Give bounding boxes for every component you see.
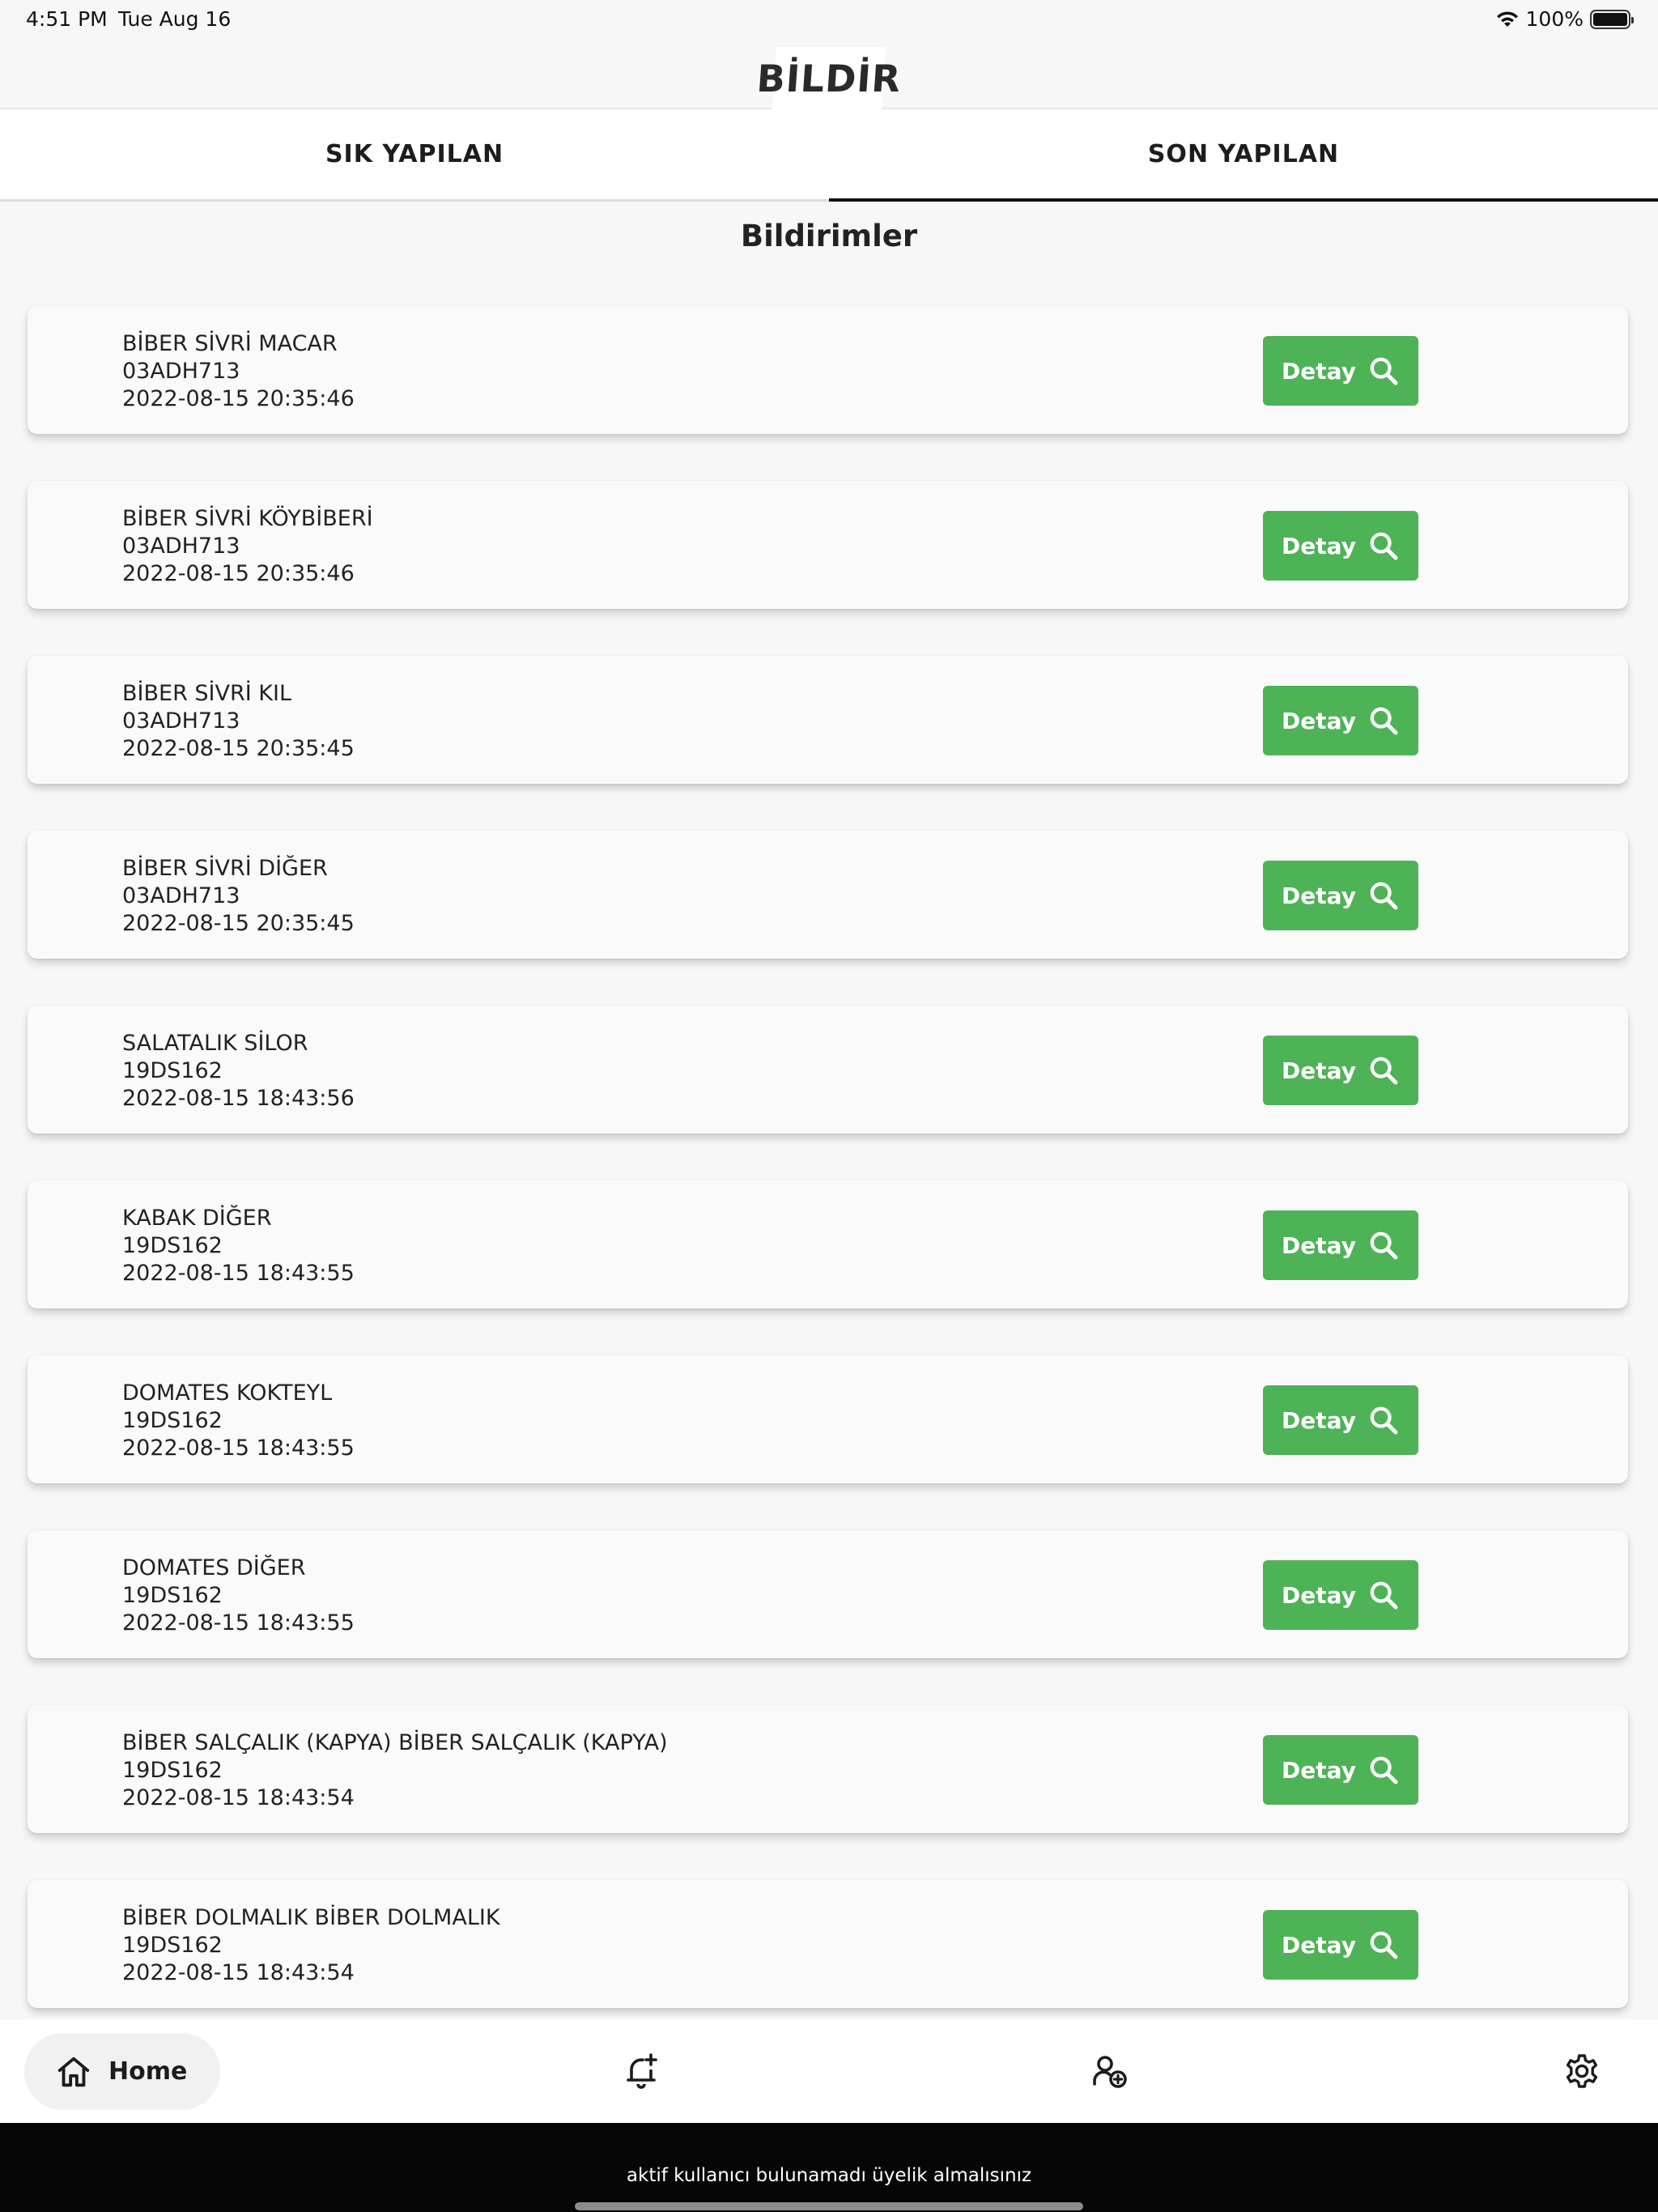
item-code: 19DS162 — [122, 1233, 223, 1258]
tab-sik-yapilan[interactable]: SIK YAPILAN — [0, 109, 829, 199]
item-code: 03ADH713 — [122, 708, 240, 734]
detay-button[interactable]: Detay — [1263, 1735, 1418, 1805]
search-icon — [1370, 532, 1398, 560]
item-date: 2022-08-15 20:35:46 — [122, 561, 355, 586]
detay-label: Detay — [1282, 1231, 1356, 1259]
item-name: BİBER SİVRİ MACAR — [122, 331, 338, 356]
item-name: SALATALIK SİLOR — [122, 1031, 308, 1056]
item-name: BİBER SALÇALIK (KAPYA) BİBER SALÇALIK (K… — [122, 1730, 668, 1755]
nav-home-label: Home — [108, 2057, 188, 2086]
item-name: BİBER SİVRİ KÖYBİBERİ — [122, 506, 373, 531]
search-icon — [1370, 1581, 1398, 1610]
search-icon — [1370, 1931, 1398, 1959]
detay-label: Detay — [1282, 1931, 1356, 1959]
item-date: 2022-08-15 18:43:55 — [122, 1436, 355, 1461]
item-code: 19DS162 — [122, 1058, 223, 1083]
list-item: DOMATES KOKTEYL 19DS162 2022-08-15 18:43… — [28, 1355, 1628, 1483]
item-name: BİBER DOLMALIK BİBER DOLMALIK — [122, 1905, 500, 1930]
detay-label: Detay — [1282, 882, 1356, 909]
person-add-icon[interactable] — [1090, 2052, 1129, 2091]
detay-button[interactable]: Detay — [1263, 686, 1418, 755]
detay-label: Detay — [1282, 1756, 1356, 1784]
home-indicator[interactable] — [575, 2202, 1083, 2210]
item-date: 2022-08-15 18:43:54 — [122, 1960, 355, 1985]
notification-add-icon[interactable] — [622, 2052, 661, 2091]
list-item: BİBER SİVRİ KIL 03ADH713 2022-08-15 20:3… — [28, 656, 1628, 784]
list-item: BİBER DOLMALIK BİBER DOLMALIK 19DS162 20… — [28, 1880, 1628, 2008]
item-date: 2022-08-15 18:43:54 — [122, 1785, 355, 1810]
item-code: 03ADH713 — [122, 534, 240, 559]
detay-button[interactable]: Detay — [1263, 861, 1418, 930]
detay-label: Detay — [1282, 357, 1356, 385]
item-code: 19DS162 — [122, 1933, 223, 1958]
item-code: 19DS162 — [122, 1583, 223, 1608]
item-code: 19DS162 — [122, 1758, 223, 1783]
item-date: 2022-08-15 20:35:46 — [122, 386, 355, 411]
battery-icon — [1590, 9, 1634, 29]
detay-button[interactable]: Detay — [1263, 1385, 1418, 1455]
notification-list: BİBER SİVRİ MACAR 03ADH713 2022-08-15 20… — [28, 306, 1628, 2055]
snackbar-message: aktif kullanıcı bulunamadı üyelik almalı… — [626, 2165, 1032, 2186]
list-item: KABAK DİĞER 19DS162 2022-08-15 18:43:55 … — [28, 1180, 1628, 1308]
detay-label: Detay — [1282, 1581, 1356, 1609]
detay-button[interactable]: Detay — [1263, 1210, 1418, 1280]
item-date: 2022-08-15 20:35:45 — [122, 736, 355, 761]
nav-home-button[interactable]: Home — [24, 2033, 220, 2110]
item-date: 2022-08-15 18:43:55 — [122, 1610, 355, 1636]
detay-label: Detay — [1282, 532, 1356, 559]
app-header: BİLDİR — [0, 39, 1658, 109]
detay-label: Detay — [1282, 1057, 1356, 1084]
list-item: BİBER SİVRİ DİĞER 03ADH713 2022-08-15 20… — [28, 831, 1628, 959]
item-code: 19DS162 — [122, 1408, 223, 1433]
item-date: 2022-08-15 18:43:56 — [122, 1086, 355, 1111]
search-icon — [1370, 882, 1398, 910]
tab-son-yapilan[interactable]: SON YAPILAN — [829, 109, 1658, 202]
home-icon — [57, 2057, 90, 2087]
detay-button[interactable]: Detay — [1263, 1910, 1418, 1980]
page-title: Bildirimler — [740, 219, 918, 253]
item-date: 2022-08-15 18:43:55 — [122, 1261, 355, 1286]
search-icon — [1370, 707, 1398, 735]
status-indicators: 100% — [1495, 7, 1634, 31]
search-icon — [1370, 1756, 1398, 1784]
item-name: DOMATES KOKTEYL — [122, 1380, 333, 1406]
list-item: DOMATES DİĞER 19DS162 2022-08-15 18:43:5… — [28, 1530, 1628, 1658]
settings-icon[interactable] — [1562, 2052, 1601, 2091]
detay-button[interactable]: Detay — [1263, 511, 1418, 581]
search-icon — [1370, 357, 1398, 385]
list-item: BİBER SİVRİ MACAR 03ADH713 2022-08-15 20… — [28, 306, 1628, 434]
item-name: KABAK DİĞER — [122, 1206, 272, 1231]
item-name: BİBER SİVRİ KIL — [122, 681, 291, 706]
item-code: 03ADH713 — [122, 359, 240, 384]
tab-bar: SIK YAPILAN SON YAPILAN — [0, 109, 1658, 202]
list-item: BİBER SALÇALIK (KAPYA) BİBER SALÇALIK (K… — [28, 1705, 1628, 1833]
detay-button[interactable]: Detay — [1263, 336, 1418, 406]
detay-label: Detay — [1282, 707, 1356, 734]
item-date: 2022-08-15 20:35:45 — [122, 911, 355, 936]
app-logo: BİLDİR — [755, 47, 903, 109]
battery-percent: 100% — [1525, 7, 1584, 31]
detay-button[interactable]: Detay — [1263, 1036, 1418, 1105]
item-name: BİBER SİVRİ DİĞER — [122, 856, 328, 881]
search-icon — [1370, 1231, 1398, 1260]
bottom-nav: Home — [0, 2019, 1658, 2123]
detay-button[interactable]: Detay — [1263, 1560, 1418, 1630]
item-name: DOMATES DİĞER — [122, 1555, 306, 1580]
status-date: Tue Aug 16 — [118, 7, 232, 31]
status-bar: 4:51 PM Tue Aug 16 100% — [0, 0, 1658, 39]
search-icon — [1370, 1406, 1398, 1435]
list-item: SALATALIK SİLOR 19DS162 2022-08-15 18:43… — [28, 1006, 1628, 1134]
detay-label: Detay — [1282, 1406, 1356, 1434]
snackbar: aktif kullanıcı bulunamadı üyelik almalı… — [0, 2123, 1658, 2212]
wifi-icon — [1496, 11, 1518, 27]
status-time: 4:51 PM — [26, 7, 108, 31]
list-item: BİBER SİVRİ KÖYBİBERİ 03ADH713 2022-08-1… — [28, 481, 1628, 609]
item-code: 03ADH713 — [122, 883, 240, 908]
search-icon — [1370, 1057, 1398, 1085]
